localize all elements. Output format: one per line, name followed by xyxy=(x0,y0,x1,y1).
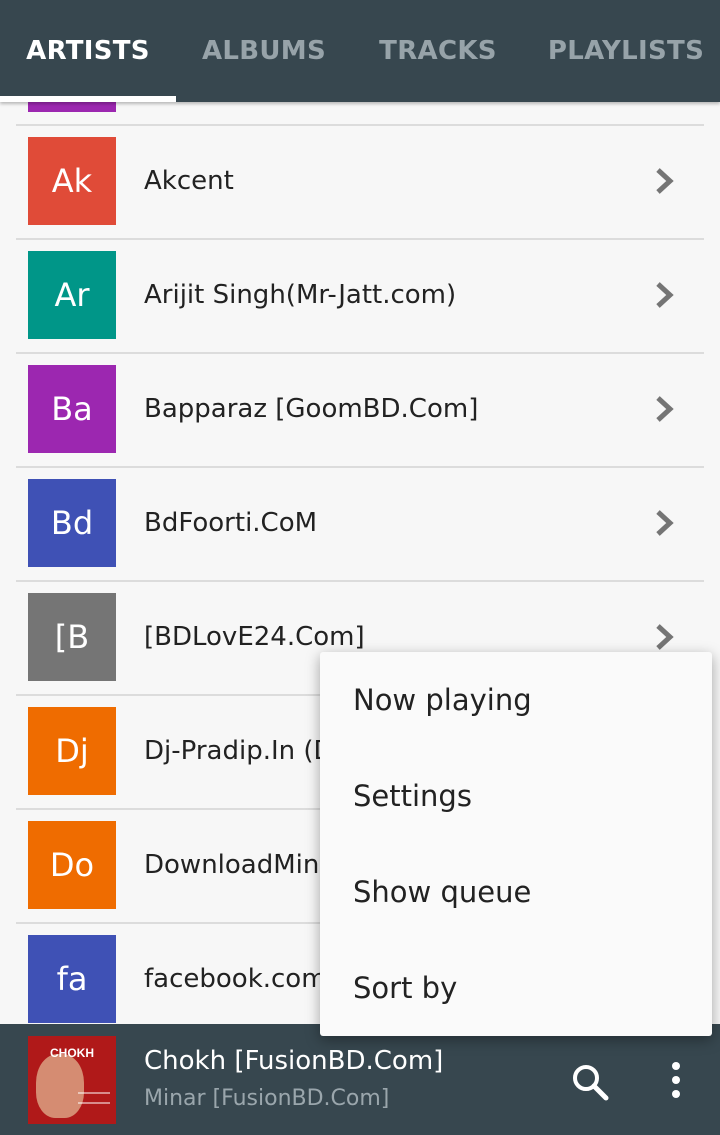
menu-item-sort-by[interactable]: Sort by xyxy=(320,940,712,1036)
menu-item-now-playing[interactable]: Now playing xyxy=(320,652,712,748)
artist-row[interactable]: Ba Bapparaz [GoomBD.Com] xyxy=(16,352,704,466)
artist-row[interactable]: Ak Akcent xyxy=(16,124,704,238)
now-playing-bar[interactable]: CHOKH Chokh [FusionBD.Com] Minar [Fusion… xyxy=(0,1024,720,1135)
now-playing-title: Chokh [FusionBD.Com] xyxy=(144,1046,444,1076)
artist-name: Dj-Pradip.In (D xyxy=(144,736,334,766)
artist-thumbnail: [B xyxy=(28,593,116,681)
album-cover[interactable]: CHOKH xyxy=(28,1036,116,1124)
artist-name: Akcent xyxy=(144,166,234,196)
cover-face-art xyxy=(36,1054,84,1118)
cover-caption-lines xyxy=(78,1092,110,1104)
artist-row[interactable]: Ar Arijit Singh(Mr-Jatt.com) xyxy=(16,238,704,352)
artist-thumbnail: Ak xyxy=(28,137,116,225)
tab-artists[interactable]: ARTISTS xyxy=(0,0,176,102)
cover-title: CHOKH xyxy=(50,1046,94,1060)
artist-thumbnail: Ba xyxy=(28,365,116,453)
tab-tracks[interactable]: TRACKS xyxy=(352,0,524,102)
artist-name: Bapparaz [GoomBD.Com] xyxy=(144,394,479,424)
row-divider xyxy=(16,466,704,468)
artist-thumbnail: fa xyxy=(28,935,116,1023)
tab-playlists[interactable]: PLAYLISTS xyxy=(532,0,720,102)
artist-row[interactable]: Bd BdFoorti.CoM xyxy=(16,466,704,580)
chevron-right-icon[interactable] xyxy=(648,279,680,311)
chevron-right-icon[interactable] xyxy=(648,393,680,425)
artist-thumbnail: Dj xyxy=(28,707,116,795)
search-icon[interactable] xyxy=(570,1062,610,1102)
now-playing-artist: Minar [FusionBD.Com] xyxy=(144,1086,390,1111)
active-tab-indicator xyxy=(0,96,176,102)
tab-bar: ARTISTS ALBUMS TRACKS PLAYLISTS xyxy=(0,0,720,102)
menu-item-show-queue[interactable]: Show queue xyxy=(320,844,712,940)
artist-name: BdFoorti.CoM xyxy=(144,508,318,538)
artist-thumbnail: Ar xyxy=(28,251,116,339)
chevron-right-icon[interactable] xyxy=(648,621,680,653)
menu-item-settings[interactable]: Settings xyxy=(320,748,712,844)
artist-name: Arijit Singh(Mr-Jatt.com) xyxy=(144,280,457,310)
artist-thumbnail: Do xyxy=(28,821,116,909)
row-divider xyxy=(16,124,704,126)
more-vert-icon[interactable] xyxy=(660,1060,692,1100)
artist-name: facebook.com xyxy=(144,964,327,994)
overflow-menu: Now playing Settings Show queue Sort by xyxy=(320,652,712,1036)
chevron-right-icon[interactable] xyxy=(648,165,680,197)
tab-albums[interactable]: ALBUMS xyxy=(176,0,352,102)
artist-thumbnail: Bd xyxy=(28,479,116,567)
artist-name: DownloadMing xyxy=(144,850,336,880)
chevron-right-icon[interactable] xyxy=(648,507,680,539)
